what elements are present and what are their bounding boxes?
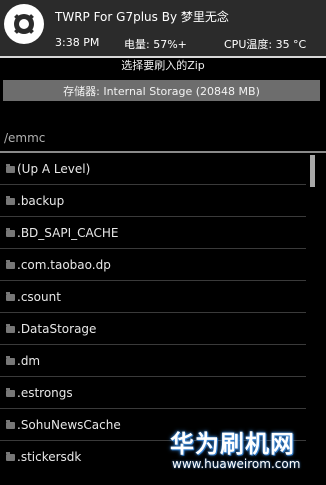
watermark-logo: 华为刷机网: [170, 430, 295, 458]
clock-time: 3:38 PM: [55, 36, 100, 49]
folder-icon: [6, 292, 15, 301]
row-divider: [0, 344, 306, 345]
app-title: TWRP For G7plus By 梦里无念: [55, 10, 229, 24]
file-name: .backup: [17, 194, 65, 208]
folder-icon: [6, 196, 15, 205]
file-name: .com.taobao.dp: [17, 258, 111, 272]
header-bar: TWRP For G7plus By 梦里无念 3:38 PM 电量: 57%+…: [0, 0, 326, 58]
twrp-logo-icon: [4, 4, 44, 44]
file-name: .BD_SAPI_CACHE: [17, 226, 119, 240]
list-item[interactable]: .DataStorage: [0, 314, 310, 345]
cpu-temperature: CPU温度: 35 °C: [224, 38, 307, 51]
file-name: .SohuNewsCache: [17, 418, 121, 432]
list-item[interactable]: .BD_SAPI_CACHE: [0, 218, 310, 249]
row-divider: [0, 248, 306, 249]
file-name: .DataStorage: [17, 322, 97, 336]
row-divider: [0, 184, 306, 185]
file-name: (Up A Level): [17, 162, 91, 176]
select-storage-button[interactable]: 存储器: Internal Storage (20848 MB): [3, 80, 320, 101]
file-name: .stickersdk: [17, 450, 82, 464]
list-item[interactable]: .com.taobao.dp: [0, 250, 310, 281]
row-divider: [0, 312, 306, 313]
list-item[interactable]: .dm: [0, 346, 310, 377]
list-item[interactable]: .csount: [0, 282, 310, 313]
row-divider: [0, 280, 306, 281]
folder-icon: [6, 388, 15, 397]
scrollbar-thumb[interactable]: [310, 155, 315, 187]
folder-icon: [6, 356, 15, 365]
folder-icon: [6, 164, 15, 173]
list-item[interactable]: (Up A Level): [0, 154, 310, 185]
folder-icon: [6, 260, 15, 269]
row-divider: [0, 376, 306, 377]
file-name: .dm: [17, 354, 41, 368]
battery-status: 电量: 57%+: [124, 38, 187, 51]
watermark-url: www.huaweirom.com: [172, 457, 301, 471]
file-name: .estrongs: [17, 386, 73, 400]
folder-icon: [6, 324, 15, 333]
page-instruction: 选择要刷入的Zip: [121, 59, 205, 72]
row-divider: [0, 408, 306, 409]
path-divider: [0, 151, 326, 153]
row-divider: [0, 216, 306, 217]
file-name: .csount: [17, 290, 61, 304]
current-path: /emmc: [4, 131, 46, 145]
list-item[interactable]: .estrongs: [0, 378, 310, 409]
folder-icon: [6, 452, 15, 461]
list-item[interactable]: .backup: [0, 186, 310, 217]
folder-icon: [6, 228, 15, 237]
folder-icon: [6, 420, 15, 429]
